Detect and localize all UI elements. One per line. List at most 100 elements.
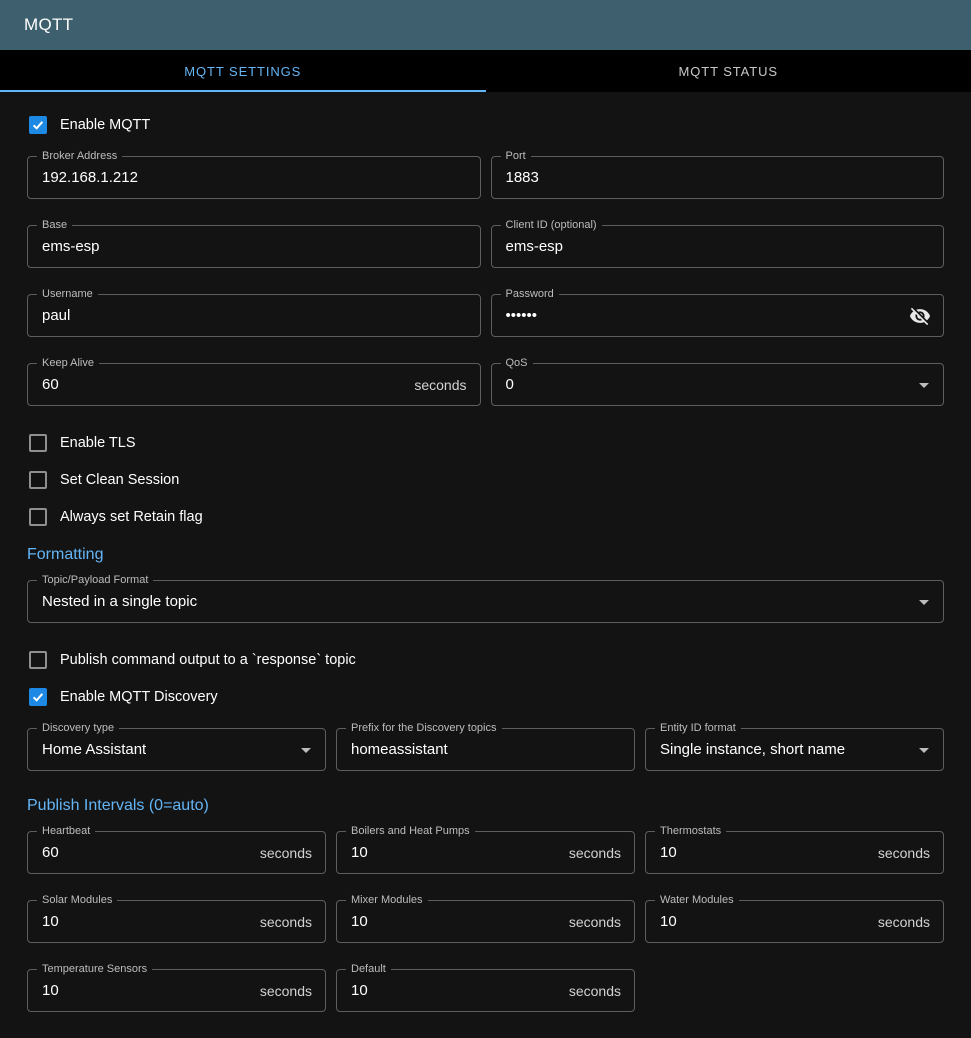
heartbeat-input[interactable]: [28, 832, 325, 873]
checkbox-checked-icon[interactable]: [29, 116, 47, 134]
discovery-type-label: Discovery type: [37, 721, 119, 735]
water-label: Water Modules: [655, 893, 739, 907]
enable-mqtt-label: Enable MQTT: [60, 117, 150, 133]
qos-select[interactable]: QoS 0: [491, 363, 945, 406]
mixer-input[interactable]: [337, 901, 634, 942]
chevron-down-icon: [912, 373, 936, 397]
qos-label: QoS: [501, 356, 533, 370]
water-field: Water Modules seconds: [645, 900, 944, 943]
formatting-heading: Formatting: [27, 546, 944, 564]
heartbeat-label: Heartbeat: [37, 824, 95, 838]
discovery-type-value: Home Assistant: [42, 741, 146, 758]
default-interval-input[interactable]: [337, 970, 634, 1011]
credentials-row: Username Password: [27, 294, 944, 337]
visibility-off-icon: [909, 305, 931, 327]
entity-format-label: Entity ID format: [655, 721, 741, 735]
checkbox-unchecked-icon[interactable]: [29, 651, 47, 669]
broker-address-field: Broker Address: [27, 156, 481, 199]
tab-mqtt-status-label: MQTT STATUS: [679, 64, 778, 79]
settings-form: Enable MQTT Broker Address Port Base: [0, 92, 971, 1038]
thermostats-field: Thermostats seconds: [645, 831, 944, 874]
username-field: Username: [27, 294, 481, 337]
intervals-row-2: Solar Modules seconds Mixer Modules seco…: [27, 900, 944, 943]
tab-mqtt-status[interactable]: MQTT STATUS: [486, 50, 971, 92]
boilers-input[interactable]: [337, 832, 634, 873]
check-icon: [31, 118, 45, 132]
broker-address-label: Broker Address: [37, 149, 122, 163]
enable-tls-checkbox-row[interactable]: Enable TLS: [29, 432, 944, 454]
password-label: Password: [501, 287, 559, 301]
solar-field: Solar Modules seconds: [27, 900, 326, 943]
topic-format-select[interactable]: Topic/Payload Format Nested in a single …: [27, 580, 944, 623]
password-input[interactable]: [492, 295, 944, 336]
app-bar: MQTT: [0, 0, 971, 50]
discovery-prefix-field: Prefix for the Discovery topics: [336, 728, 635, 771]
temperature-sensors-input[interactable]: [28, 970, 325, 1011]
chevron-down-icon: [912, 738, 936, 762]
topic-format-row: Topic/Payload Format Nested in a single …: [27, 580, 944, 623]
retain-flag-checkbox-row[interactable]: Always set Retain flag: [29, 506, 944, 528]
temperature-sensors-label: Temperature Sensors: [37, 962, 152, 976]
discovery-row: Discovery type Home Assistant Prefix for…: [27, 728, 944, 771]
base-label: Base: [37, 218, 72, 232]
publish-intervals-heading: Publish Intervals (0=auto): [27, 797, 944, 815]
client-id-input[interactable]: [492, 226, 944, 267]
intervals-row-3: Temperature Sensors seconds Default seco…: [27, 969, 944, 1012]
checkbox-unchecked-icon[interactable]: [29, 434, 47, 452]
heartbeat-field: Heartbeat seconds: [27, 831, 326, 874]
checkbox-checked-icon[interactable]: [29, 688, 47, 706]
username-input[interactable]: [28, 295, 480, 336]
discovery-prefix-label: Prefix for the Discovery topics: [346, 721, 502, 735]
tab-mqtt-settings[interactable]: MQTT SETTINGS: [0, 50, 486, 92]
thermostats-input[interactable]: [646, 832, 943, 873]
enable-tls-label: Enable TLS: [60, 435, 136, 451]
enable-discovery-checkbox-row[interactable]: Enable MQTT Discovery: [29, 686, 944, 708]
boilers-field: Boilers and Heat Pumps seconds: [336, 831, 635, 874]
solar-label: Solar Modules: [37, 893, 117, 907]
topic-format-value: Nested in a single topic: [42, 593, 197, 610]
clean-session-label: Set Clean Session: [60, 472, 179, 488]
solar-input[interactable]: [28, 901, 325, 942]
checkbox-unchecked-icon[interactable]: [29, 471, 47, 489]
port-label: Port: [501, 149, 531, 163]
discovery-type-select[interactable]: Discovery type Home Assistant: [27, 728, 326, 771]
username-label: Username: [37, 287, 98, 301]
toggle-password-visibility-button[interactable]: [905, 301, 935, 331]
intervals-row-1: Heartbeat seconds Boilers and Heat Pumps…: [27, 831, 944, 874]
chevron-down-icon: [912, 590, 936, 614]
port-field: Port: [491, 156, 945, 199]
keep-alive-input[interactable]: [28, 364, 480, 405]
temperature-sensors-field: Temperature Sensors seconds: [27, 969, 326, 1012]
qos-value: 0: [506, 376, 514, 393]
publish-response-label: Publish command output to a `response` t…: [60, 652, 356, 668]
base-clientid-row: Base Client ID (optional): [27, 225, 944, 268]
enable-mqtt-checkbox-row[interactable]: Enable MQTT: [29, 114, 944, 136]
publish-response-checkbox-row[interactable]: Publish command output to a `response` t…: [29, 649, 944, 671]
client-id-label: Client ID (optional): [501, 218, 602, 232]
mixer-field: Mixer Modules seconds: [336, 900, 635, 943]
check-icon: [31, 690, 45, 704]
port-input[interactable]: [492, 157, 944, 198]
keepalive-qos-row: Keep Alive seconds QoS 0: [27, 363, 944, 406]
base-field: Base: [27, 225, 481, 268]
broker-address-input[interactable]: [28, 157, 480, 198]
base-input[interactable]: [28, 226, 480, 267]
password-field: Password: [491, 294, 945, 337]
tab-bar: MQTT SETTINGS MQTT STATUS: [0, 50, 971, 92]
retain-flag-label: Always set Retain flag: [60, 509, 203, 525]
entity-format-select[interactable]: Entity ID format Single instance, short …: [645, 728, 944, 771]
page-title: MQTT: [24, 15, 73, 35]
default-interval-label: Default: [346, 962, 391, 976]
keep-alive-label: Keep Alive: [37, 356, 99, 370]
clean-session-checkbox-row[interactable]: Set Clean Session: [29, 469, 944, 491]
enable-discovery-label: Enable MQTT Discovery: [60, 689, 218, 705]
default-interval-field: Default seconds: [336, 969, 635, 1012]
checkbox-unchecked-icon[interactable]: [29, 508, 47, 526]
thermostats-label: Thermostats: [655, 824, 726, 838]
discovery-prefix-input[interactable]: [337, 729, 634, 770]
water-input[interactable]: [646, 901, 943, 942]
client-id-field: Client ID (optional): [491, 225, 945, 268]
broker-port-row: Broker Address Port: [27, 156, 944, 199]
tab-mqtt-settings-label: MQTT SETTINGS: [184, 64, 301, 79]
keep-alive-field: Keep Alive seconds: [27, 363, 481, 406]
